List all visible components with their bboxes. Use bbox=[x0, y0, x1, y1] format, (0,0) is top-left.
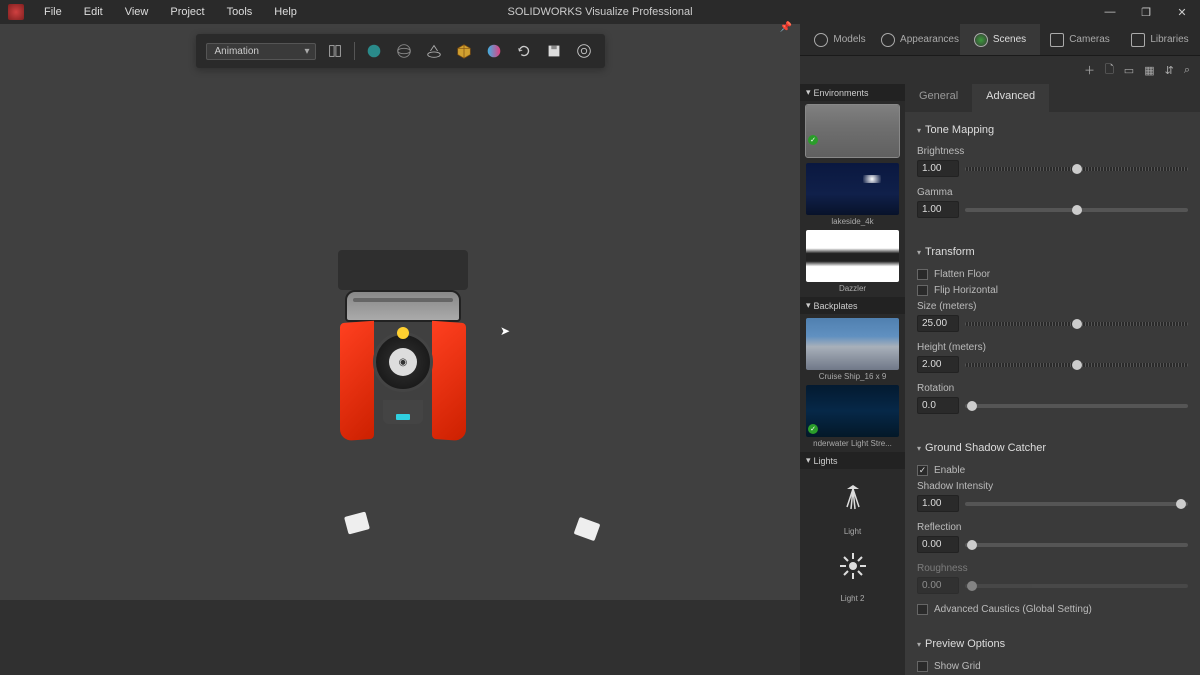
tab-libraries[interactable]: Libraries bbox=[1120, 24, 1200, 55]
menu-help[interactable]: Help bbox=[264, 2, 307, 22]
menu-view[interactable]: View bbox=[115, 2, 159, 22]
size-input[interactable] bbox=[917, 315, 959, 332]
menu-tools[interactable]: Tools bbox=[217, 2, 263, 22]
height-slider[interactable] bbox=[965, 359, 1188, 371]
menu-file[interactable]: File bbox=[34, 2, 72, 22]
sort-icon[interactable]: ⇵ bbox=[1165, 64, 1174, 77]
backplates-header[interactable]: ▾ Backplates bbox=[800, 297, 905, 314]
mode-toggle-button[interactable] bbox=[324, 40, 346, 62]
roughness-input bbox=[917, 577, 959, 594]
turntable-icon[interactable] bbox=[423, 40, 445, 62]
shadow-intensity-input[interactable] bbox=[917, 495, 959, 512]
lights-header[interactable]: ▾ Lights bbox=[800, 452, 905, 469]
appearances-icon bbox=[881, 33, 895, 47]
render-preview-icon[interactable] bbox=[483, 40, 505, 62]
model-drone[interactable]: ◉ bbox=[340, 290, 466, 448]
prop-tab-advanced[interactable]: Advanced bbox=[972, 84, 1049, 112]
check-icon: ✓ bbox=[808, 424, 818, 434]
light-gizmo-2[interactable] bbox=[574, 517, 601, 541]
height-input[interactable] bbox=[917, 356, 959, 373]
section-preview[interactable]: Preview Options bbox=[917, 632, 1188, 656]
light-gizmo-1[interactable] bbox=[344, 511, 370, 534]
canvas-3d[interactable]: ◉ ➤ bbox=[0, 68, 800, 600]
app-logo-icon bbox=[8, 4, 24, 20]
menu-edit[interactable]: Edit bbox=[74, 2, 113, 22]
layout-icon[interactable]: ▭ bbox=[1124, 64, 1134, 77]
properties-panel: General Advanced Tone Mapping Brightness… bbox=[905, 84, 1200, 675]
gamma-label: Gamma bbox=[917, 187, 1188, 198]
sphere-shaded-icon[interactable] bbox=[363, 40, 385, 62]
env-thumb-overcast[interactable]: ✓ bbox=[806, 105, 899, 159]
env-header[interactable]: ▾ Environments bbox=[800, 84, 905, 101]
cameras-icon bbox=[1050, 33, 1064, 47]
brightness-label: Brightness bbox=[917, 146, 1188, 157]
close-icon[interactable]: ✕ bbox=[1172, 6, 1192, 19]
new-icon[interactable]: 🗋 bbox=[1105, 61, 1114, 80]
size-slider[interactable] bbox=[965, 318, 1188, 330]
cursor-icon: ➤ bbox=[500, 324, 510, 338]
prop-tab-general[interactable]: General bbox=[905, 84, 972, 112]
grid-icon[interactable]: ▦ bbox=[1144, 64, 1154, 77]
section-tone-mapping[interactable]: Tone Mapping bbox=[917, 118, 1188, 142]
section-transform[interactable]: Transform bbox=[917, 240, 1188, 264]
camera-icon[interactable] bbox=[573, 40, 595, 62]
env-thumb-lakeside[interactable]: lakeside_4k bbox=[806, 163, 899, 226]
backplate-thumb-cruise[interactable]: Cruise Ship_16 x 9 bbox=[806, 318, 899, 381]
scene-browser: ▾ Environments ✓ lakeside_4k Dazzler bbox=[800, 84, 905, 675]
timeline-area bbox=[0, 600, 800, 675]
enable-shadow-checkbox[interactable] bbox=[917, 465, 928, 476]
viewport: Animation 📌 ◉ bbox=[0, 24, 800, 675]
check-icon: ✓ bbox=[808, 135, 818, 145]
reflection-slider[interactable] bbox=[965, 539, 1188, 551]
minimize-icon[interactable]: — bbox=[1100, 6, 1120, 19]
flatten-floor-checkbox[interactable] bbox=[917, 269, 928, 280]
rotation-label: Rotation bbox=[917, 383, 1188, 394]
roughness-label: Roughness bbox=[917, 563, 1188, 574]
mode-select[interactable]: Animation bbox=[206, 43, 316, 60]
reflection-input[interactable] bbox=[917, 536, 959, 553]
env-thumb-dazzler[interactable]: Dazzler bbox=[806, 230, 899, 293]
brightness-input[interactable] bbox=[917, 160, 959, 177]
scenes-icon bbox=[974, 33, 988, 47]
gamma-slider[interactable] bbox=[965, 204, 1188, 216]
models-icon bbox=[814, 33, 828, 47]
flip-horizontal-checkbox[interactable] bbox=[917, 285, 928, 296]
cube-icon[interactable] bbox=[453, 40, 475, 62]
tab-cameras[interactable]: Cameras bbox=[1040, 24, 1120, 55]
save-icon[interactable] bbox=[543, 40, 565, 62]
reflection-label: Reflection bbox=[917, 522, 1188, 533]
caustics-checkbox[interactable] bbox=[917, 604, 928, 615]
light-thumb-2[interactable]: Light 2 bbox=[806, 540, 899, 603]
tab-models[interactable]: Models bbox=[800, 24, 880, 55]
show-grid-checkbox[interactable] bbox=[917, 661, 928, 672]
libraries-icon bbox=[1131, 33, 1145, 47]
height-label: Height (meters) bbox=[917, 342, 1188, 353]
gamma-input[interactable] bbox=[917, 201, 959, 218]
backplate-thumb-underwater[interactable]: ✓ nderwater Light Stre... bbox=[806, 385, 899, 448]
tab-appearances[interactable]: Appearances bbox=[880, 24, 960, 55]
title-bar: File Edit View Project Tools Help SOLIDW… bbox=[0, 0, 1200, 24]
pin-icon[interactable]: 📌 bbox=[780, 22, 792, 33]
add-icon[interactable]: ＋ bbox=[1084, 62, 1095, 78]
menu-project[interactable]: Project bbox=[160, 2, 214, 22]
sphere-wire-icon[interactable] bbox=[393, 40, 415, 62]
rotation-input[interactable] bbox=[917, 397, 959, 414]
brightness-slider[interactable] bbox=[965, 163, 1188, 175]
size-label: Size (meters) bbox=[917, 301, 1188, 312]
shadow-intensity-slider[interactable] bbox=[965, 498, 1188, 510]
refresh-icon[interactable] bbox=[513, 40, 535, 62]
right-panel: Models Appearances Scenes Cameras Librar… bbox=[800, 24, 1200, 675]
viewport-toolbar: Animation 📌 bbox=[196, 34, 605, 68]
search-icon[interactable]: ⌕ bbox=[1184, 64, 1190, 77]
shadow-intensity-label: Shadow Intensity bbox=[917, 481, 1188, 492]
rotation-slider[interactable] bbox=[965, 400, 1188, 412]
roughness-slider bbox=[965, 580, 1188, 592]
tab-scenes[interactable]: Scenes bbox=[960, 24, 1040, 55]
app-title: SOLIDWORKS Visualize Professional bbox=[507, 6, 692, 18]
section-shadow[interactable]: Ground Shadow Catcher bbox=[917, 436, 1188, 460]
light-thumb-1[interactable]: Light bbox=[806, 473, 899, 536]
maximize-icon[interactable]: ❐ bbox=[1136, 6, 1156, 19]
